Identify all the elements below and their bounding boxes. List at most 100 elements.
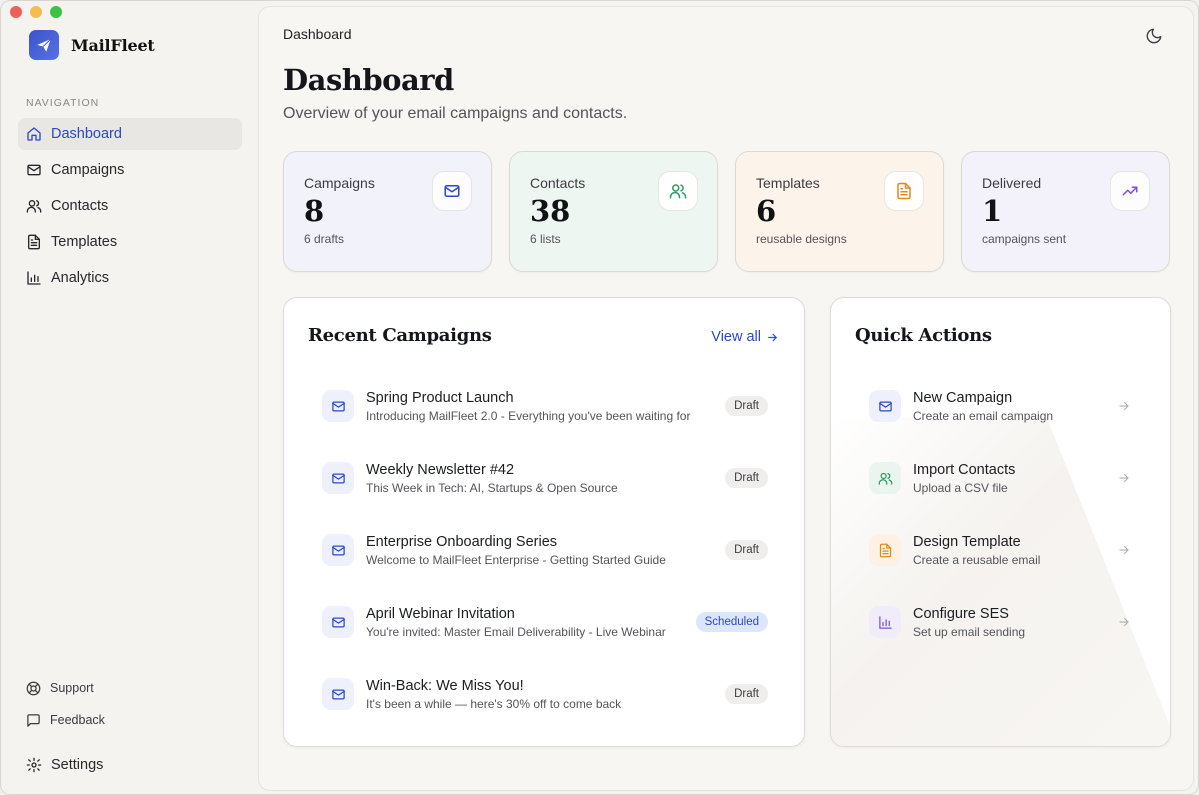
moon-icon[interactable] (1145, 27, 1163, 45)
quick-action-title: Configure SES (913, 605, 1009, 622)
arrow-right-icon (768, 333, 777, 341)
campaign-row[interactable]: Win-Back: We Miss You! It's been a while … (308, 658, 782, 730)
status-badge: Draft (725, 540, 768, 560)
campaign-title: Spring Product Launch (366, 389, 514, 406)
sidebar-item-templates[interactable]: Templates (18, 226, 242, 258)
gear-icon (26, 757, 42, 773)
status-badge: Scheduled (695, 612, 768, 632)
app-name: MailFleet (71, 35, 155, 55)
campaign-row[interactable]: Weekly Newsletter #42 This Week in Tech: … (308, 442, 782, 514)
quick-action-new-campaign[interactable]: New Campaign Create an email campaign (855, 370, 1145, 442)
file-text-icon (884, 171, 924, 211)
stats-row: Campaigns 8 6 drafts Contacts 38 6 lists… (283, 151, 1170, 272)
users-icon (869, 462, 901, 494)
quick-action-import-contacts[interactable]: Import Contacts Upload a CSV file (855, 442, 1145, 514)
mail-icon (322, 390, 354, 422)
breadcrumb: Dashboard (283, 26, 352, 42)
paper-plane-logo-icon (29, 30, 59, 60)
status-badge: Draft (725, 684, 768, 704)
brand[interactable]: MailFleet (29, 30, 155, 60)
stat-card-templates[interactable]: Templates 6 reusable designs (735, 151, 944, 272)
file-text-icon (869, 534, 901, 566)
mail-icon (322, 534, 354, 566)
sidebar-item-analytics[interactable]: Analytics (18, 262, 242, 294)
campaign-subject: You're invited: Master Email Deliverabil… (366, 624, 666, 639)
arrow-right-icon (1119, 401, 1129, 411)
quick-action-desc: Create a reusable email (913, 552, 1041, 567)
campaign-subject: Introducing MailFleet 2.0 - Everything y… (366, 408, 691, 423)
bar-chart-icon (869, 606, 901, 638)
feedback-label: Feedback (50, 713, 105, 727)
settings-label: Settings (51, 757, 104, 773)
sidebar-item-label: Analytics (51, 270, 110, 286)
campaign-subject: It's been a while — here's 30% off to co… (366, 696, 622, 711)
stat-note: 6 lists (530, 232, 561, 246)
mail-icon (322, 678, 354, 710)
sidebar-item-label: Contacts (51, 198, 109, 214)
card-title: Recent Campaigns (308, 325, 492, 346)
trending-up-icon (1110, 171, 1150, 211)
quick-action-title: New Campaign (913, 389, 1013, 406)
card-title: Quick Actions (855, 325, 992, 346)
settings-link[interactable]: Settings (26, 757, 103, 773)
stat-note: campaigns sent (982, 232, 1067, 246)
quick-action-title: Import Contacts (913, 461, 1016, 478)
app-window: MailFleet NAVIGATION Dashboard Campaigns… (0, 0, 1199, 795)
mail-icon (322, 462, 354, 494)
sidebar-item-contacts[interactable]: Contacts (18, 190, 242, 222)
arrow-right-icon (1119, 545, 1129, 555)
users-icon (26, 200, 42, 213)
campaign-subject: Welcome to MailFleet Enterprise - Gettin… (366, 552, 666, 567)
campaign-row[interactable]: April Webinar Invitation You're invited: … (308, 586, 782, 658)
quick-action-design-template[interactable]: Design Template Create a reusable email (855, 514, 1145, 586)
support-label: Support (50, 681, 94, 695)
stat-note: 6 drafts (304, 232, 345, 246)
campaign-title: Win-Back: We Miss You! (366, 677, 524, 694)
stat-card-campaigns[interactable]: Campaigns 8 6 drafts (283, 151, 492, 272)
stat-note: reusable designs (756, 232, 847, 246)
quick-action-desc: Create an email campaign (913, 408, 1054, 423)
status-badge: Draft (725, 468, 768, 488)
nav-list: Dashboard Campaigns Contacts Templates A… (18, 118, 242, 298)
quick-action-desc: Set up email sending (913, 624, 1026, 639)
nav-heading: NAVIGATION (26, 97, 100, 109)
view-all-link[interactable]: View all (711, 329, 779, 345)
campaign-title: Weekly Newsletter #42 (366, 461, 515, 478)
quick-action-desc: Upload a CSV file (913, 480, 1008, 495)
sidebar-item-label: Dashboard (51, 126, 122, 142)
sidebar-item-campaigns[interactable]: Campaigns (18, 154, 242, 186)
sidebar-item-label: Templates (51, 234, 118, 250)
feedback-link[interactable]: Feedback (26, 710, 105, 730)
quick-actions-card: Quick Actions New Campaign Create an emai… (830, 297, 1171, 747)
mail-icon (322, 606, 354, 638)
campaign-title: April Webinar Invitation (366, 605, 515, 622)
page-subtitle: Overview of your email campaigns and con… (283, 105, 628, 122)
arrow-right-icon (1119, 617, 1129, 627)
quick-actions-list: New Campaign Create an email campaign Imp… (855, 370, 1145, 658)
campaign-row[interactable]: Enterprise Onboarding Series Welcome to M… (308, 514, 782, 586)
campaign-list: Spring Product Launch Introducing MailFle… (308, 370, 782, 730)
bar-chart-icon (27, 271, 41, 285)
mail-icon (869, 390, 901, 422)
main-panel: Dashboard Dashboard Overview of your ema… (258, 6, 1194, 791)
campaign-subject: This Week in Tech: AI, Startups & Open S… (366, 480, 618, 495)
sidebar-item-dashboard[interactable]: Dashboard (18, 118, 242, 150)
secondary-nav: Support (26, 678, 94, 698)
lifebuoy-icon (26, 681, 41, 695)
mail-icon (27, 164, 41, 176)
quick-action-configure-ses[interactable]: Configure SES Set up email sending (855, 586, 1145, 658)
file-text-icon (28, 234, 40, 250)
arrow-right-icon (1119, 473, 1129, 483)
mail-icon (432, 171, 472, 211)
stat-card-delivered[interactable]: Delivered 1 campaigns sent (961, 151, 1170, 272)
recent-campaigns-card: Recent Campaigns View all Spring Product… (283, 297, 805, 747)
sidebar-item-label: Campaigns (51, 162, 125, 178)
page-title: Dashboard (283, 63, 454, 97)
support-link[interactable]: Support (26, 678, 94, 698)
status-badge: Draft (725, 396, 768, 416)
stat-card-contacts[interactable]: Contacts 38 6 lists (509, 151, 718, 272)
campaign-row[interactable]: Spring Product Launch Introducing MailFle… (308, 370, 782, 442)
sidebar: MailFleet NAVIGATION Dashboard Campaigns… (1, 1, 258, 794)
secondary-nav-feedback: Feedback (26, 710, 105, 730)
campaign-title: Enterprise Onboarding Series (366, 533, 558, 550)
